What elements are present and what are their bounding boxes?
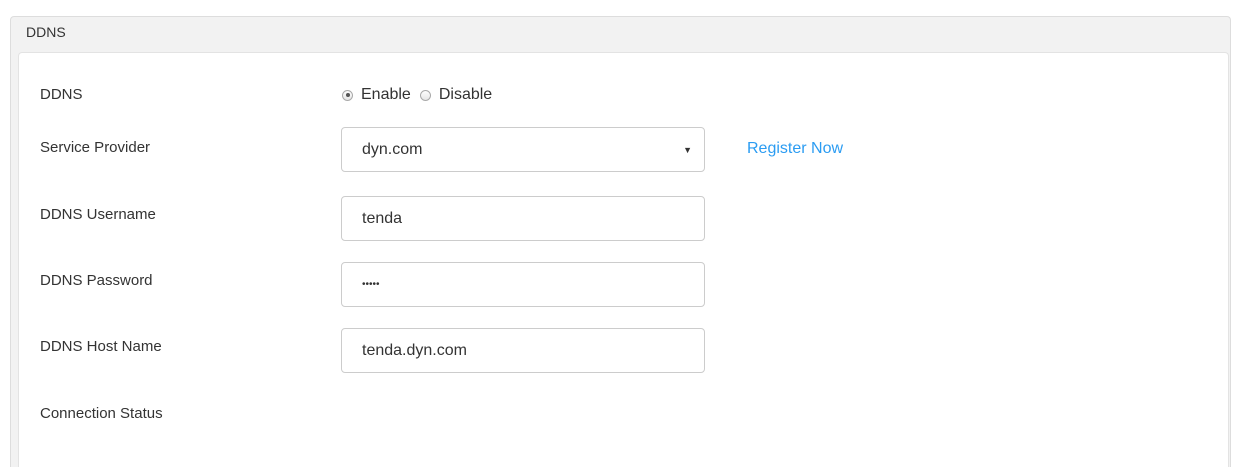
panel-title: DDNS [26,24,66,40]
ddns-radio-group: Enable Disable [342,86,501,104]
connection-status-label: Connection Status [40,405,163,422]
hostname-input[interactable] [341,328,705,373]
panel-body [18,52,1229,467]
service-provider-label: Service Provider [40,139,151,156]
disable-radio-label[interactable]: Disable [439,86,492,104]
disable-radio[interactable] [419,89,431,101]
register-now-link[interactable]: Register Now [747,140,843,158]
username-input[interactable] [341,196,705,241]
password-label: DDNS Password [40,272,153,289]
chevron-down-icon: ▼ [683,144,692,155]
hostname-label: DDNS Host Name [40,338,162,355]
ddns-label: DDNS [40,86,83,103]
service-provider-select[interactable]: dyn.com ▼ [341,127,705,172]
service-provider-value: dyn.com [362,140,423,158]
enable-radio[interactable] [342,89,353,101]
enable-radio-label[interactable]: Enable [361,86,411,104]
username-label: DDNS Username [40,206,156,223]
password-input[interactable]: ••••• [341,262,705,307]
